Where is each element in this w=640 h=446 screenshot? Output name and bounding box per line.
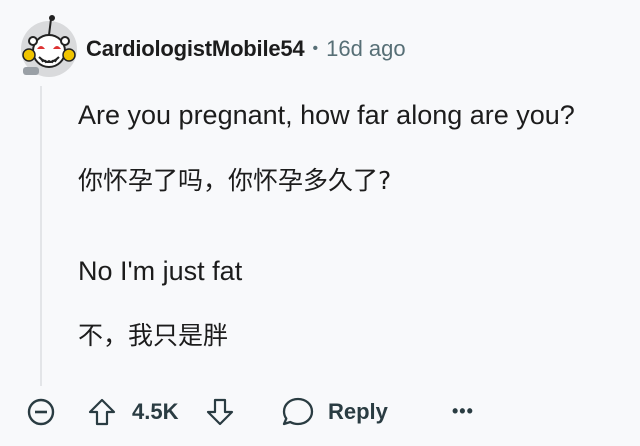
comment-header: CardiologistMobile54 • 16d ago — [86, 33, 406, 65]
vote-count: 4.5K — [132, 399, 179, 424]
downvote-button[interactable] — [202, 394, 238, 430]
username[interactable]: CardiologistMobile54 — [86, 36, 305, 62]
meta-separator: • — [312, 40, 319, 57]
more-options-button[interactable]: ••• — [452, 396, 474, 426]
comment-line-1: Are you pregnant, how far along are you? — [78, 100, 575, 130]
comment-line-4: 不，我只是胖 — [78, 321, 229, 350]
comment-line-2: 你怀孕了吗，你怀孕多久了? — [78, 166, 392, 195]
comment-actions: 4.5K Reply ••• — [0, 390, 640, 436]
arrow-down-icon — [206, 398, 234, 426]
minus-circle-icon — [27, 398, 55, 426]
avatar[interactable] — [15, 11, 83, 79]
upvote-button[interactable] — [84, 394, 120, 430]
thread-line[interactable] — [40, 86, 42, 386]
snoo-avatar-icon — [21, 15, 77, 77]
arrow-up-icon — [88, 398, 116, 426]
reply-button[interactable]: Reply — [280, 392, 388, 432]
reply-label: Reply — [328, 399, 388, 424]
collapse-button[interactable] — [23, 394, 59, 430]
timestamp[interactable]: 16d ago — [326, 36, 406, 62]
comment-line-3: No I'm just fat — [78, 256, 243, 286]
chat-bubble-icon — [282, 397, 314, 426]
